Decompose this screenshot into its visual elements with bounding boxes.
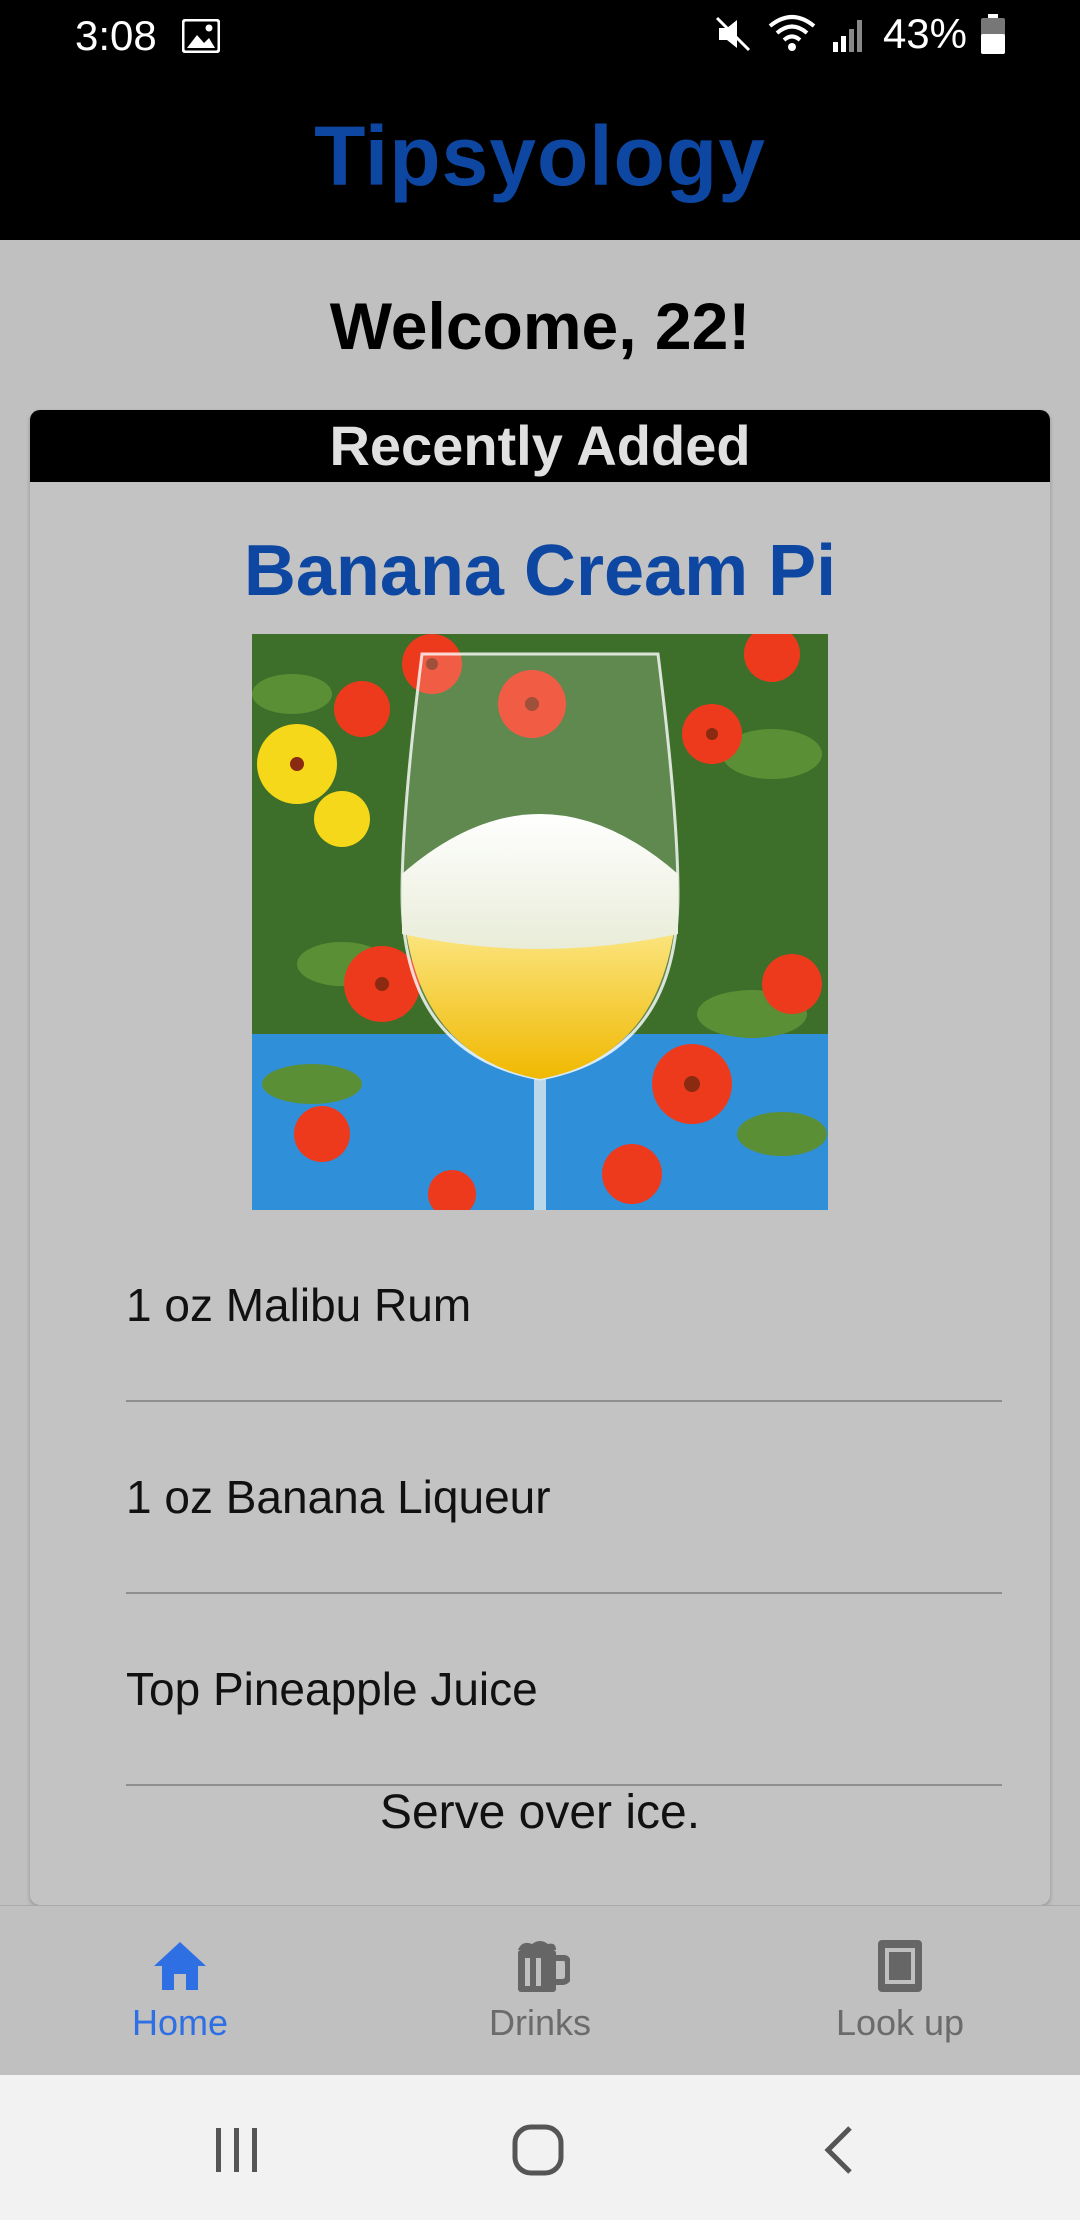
book-icon	[878, 1940, 922, 1992]
home-circle-icon[interactable]	[508, 2120, 568, 2180]
bottom-nav: Home Drinks Look up	[0, 1905, 1080, 2076]
status-time: 3:08	[75, 12, 157, 59]
nav-drinks[interactable]: Drinks	[410, 1936, 670, 2044]
status-bar: 3:08 43%	[0, 0, 1080, 72]
card-header: Recently Added	[30, 410, 1050, 482]
mute-icon	[715, 16, 750, 52]
nav-look-up[interactable]: Look up	[770, 1936, 1030, 2044]
ingredient-item: Top Pineapple Juice	[126, 1594, 1002, 1786]
app-title: Tipsyology	[314, 108, 766, 203]
signal-icon	[832, 20, 862, 52]
home-icon	[154, 1942, 206, 1990]
instructions: Serve over ice.	[379, 1786, 701, 1839]
wifi-icon	[768, 15, 816, 51]
nav-home[interactable]: Home	[50, 1936, 310, 2044]
ingredient-item: 1 oz Banana Liqueur	[126, 1402, 1002, 1594]
drink-image	[252, 634, 828, 1210]
system-nav-bar	[0, 2075, 1080, 2220]
recents-icon[interactable]	[206, 2120, 266, 2180]
status-icons: 43%	[713, 10, 1005, 58]
app-bar: Tipsyology	[0, 72, 1080, 240]
welcome-message: Welcome, 22!	[329, 289, 751, 363]
nav-look-up-label: Look up	[835, 2002, 965, 2043]
battery-icon	[981, 14, 1005, 54]
ingredient-item: 1 oz Malibu Rum	[126, 1210, 1002, 1402]
nav-drinks-label: Drinks	[488, 2002, 591, 2043]
image-icon	[182, 19, 220, 53]
beer-mug-icon	[518, 1941, 570, 1992]
recently-added-card[interactable]: Recently Added Banana Cream Pi 1 oz Mali…	[30, 410, 1050, 1905]
drink-name: Banana Cream Pi	[243, 531, 837, 611]
back-icon[interactable]	[810, 2120, 870, 2180]
nav-home-label: Home	[131, 2002, 229, 2043]
battery-percent: 43%	[882, 10, 967, 57]
